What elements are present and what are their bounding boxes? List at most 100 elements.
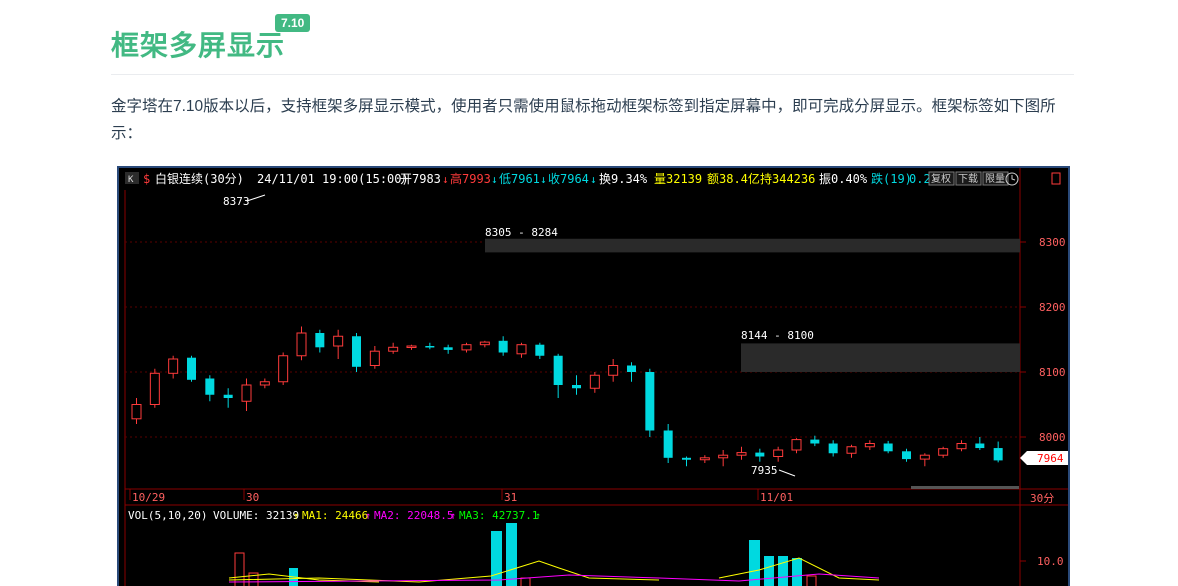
ma1-label: MA1: 24466: [302, 509, 368, 522]
candle-body: [864, 443, 875, 448]
reset-button-label: 复权: [931, 172, 951, 185]
ma3-label: MA3: 42737.1: [459, 509, 538, 522]
volume-axis-label: 10.0: [1037, 555, 1064, 568]
open-interest: 持344236: [760, 171, 815, 186]
gap-zone: [741, 343, 1020, 372]
window-restore-icon[interactable]: [1051, 172, 1061, 185]
candle-body: [149, 372, 160, 406]
candle-body: [168, 358, 179, 374]
time-tick-label: 10/29: [132, 491, 165, 504]
arrow-up-icon: ↑: [293, 511, 299, 522]
candle-body: [810, 439, 820, 444]
arrow-up-icon: ↑: [365, 511, 371, 522]
price-tick-label: 8300: [1039, 236, 1066, 249]
candle-body: [461, 344, 472, 351]
amount-value: 额38.4亿: [707, 171, 760, 186]
gap-zones: [485, 238, 1020, 372]
candle-body: [718, 454, 729, 459]
volume-bar: [234, 552, 245, 586]
version-badge: 7.10: [275, 14, 311, 32]
low-price: 低7961: [499, 172, 540, 186]
candle-body: [663, 430, 673, 458]
candle-body: [736, 452, 747, 456]
candle-body: [315, 333, 325, 348]
time-tick-label: 30: [246, 491, 259, 504]
candle-body: [187, 357, 196, 380]
candle-body: [553, 355, 563, 385]
price-tick-label: 8000: [1039, 431, 1066, 444]
candle-body: [627, 365, 636, 372]
volume-bars: [228, 523, 880, 586]
chart-datetime: 24/11/01 19:00(15:00): [257, 172, 409, 186]
annotation-gap-2: 8144 - 8100: [741, 329, 814, 342]
candle-body: [608, 365, 619, 376]
candle-body: [498, 340, 508, 353]
arrow-down-icon: ↓: [491, 173, 498, 186]
arrow-up-icon: ↑: [535, 511, 541, 522]
open-price: 开7983: [400, 172, 441, 186]
time-tick-label: 11/01: [760, 491, 793, 504]
clock-hands: [1011, 175, 1016, 181]
download-button-label: 下载: [958, 173, 978, 185]
page-title: 框架多屏显示: [111, 30, 286, 61]
candle-body: [993, 448, 1003, 461]
price-grid: [125, 241, 1020, 438]
scroll-indicator[interactable]: [911, 486, 1019, 489]
candle-body: [773, 449, 784, 457]
candle-body: [479, 341, 490, 346]
last-price-label: 7964: [1037, 452, 1064, 465]
candle-body: [589, 374, 600, 389]
kline-chart-window[interactable]: K $ 白银连续(30分) 24/11/01 19:00(15:00) 开798…: [117, 166, 1070, 586]
arrow-down-icon: ↓: [590, 173, 597, 186]
volume-bar: [491, 531, 502, 586]
limit-button-label: 限量: [985, 173, 1005, 185]
arrow-down-icon: ↓: [540, 173, 547, 186]
candle-body: [846, 446, 857, 454]
annotation-low-pointer: [778, 469, 796, 477]
candle-body: [828, 443, 838, 454]
description-paragraph: 金字塔在7.10版本以后，支持框架多屏显示模式，使用者只需使用鼠标拖动框架标签到…: [111, 98, 1056, 142]
arrow-up-icon: ↑: [450, 511, 456, 522]
candle-body: [975, 443, 985, 449]
volume-bar: [764, 556, 774, 586]
candle-body: [755, 452, 765, 457]
candle-body: [406, 345, 417, 348]
candle-body: [425, 346, 435, 348]
candle-body: [205, 378, 215, 395]
candle-body: [388, 346, 399, 352]
candle-body: [956, 443, 967, 450]
annotation-high: 8373: [223, 195, 250, 208]
candle-body: [645, 372, 655, 431]
annotation-high-pointer: [246, 194, 266, 202]
price-axis-ticks: 8300 8200 8100 8000: [1020, 236, 1066, 444]
volume-value: 量32139: [654, 172, 702, 186]
s-icon[interactable]: $: [143, 172, 150, 186]
gap-zone: [485, 238, 1020, 253]
candle-body: [333, 335, 344, 347]
volume-bar: [506, 523, 517, 586]
candle-body: [516, 344, 527, 355]
kline-chart-svg[interactable]: K $ 白银连续(30分) 24/11/01 19:00(15:00) 开798…: [119, 168, 1068, 586]
volume-bar: [520, 577, 531, 586]
candle-body: [699, 457, 710, 461]
candle-body: [791, 439, 802, 451]
candle-body: [902, 451, 911, 460]
turnover-rate: 换9.34%: [599, 172, 648, 186]
candle-body: [682, 457, 691, 460]
candle-body: [278, 355, 289, 383]
vol-indicator-label: VOL(5,10,20): [128, 509, 207, 522]
candle-body: [259, 381, 270, 386]
candle-body: [369, 350, 380, 366]
candle-body: [352, 336, 361, 367]
period-label: 30分: [1030, 492, 1054, 505]
candle-body: [883, 443, 893, 452]
k-icon[interactable]: K: [128, 175, 134, 185]
candle-body: [572, 385, 581, 389]
annotation-low: 7935: [751, 464, 778, 477]
time-tick-label: 31: [504, 491, 517, 504]
price-tick-label: 8100: [1039, 366, 1066, 379]
time-axis-ticks: 10/29 30 31 11/01: [129, 489, 793, 504]
arrow-down-icon: ↓: [442, 173, 449, 186]
candle-body: [938, 448, 949, 456]
candle-body: [919, 454, 930, 460]
